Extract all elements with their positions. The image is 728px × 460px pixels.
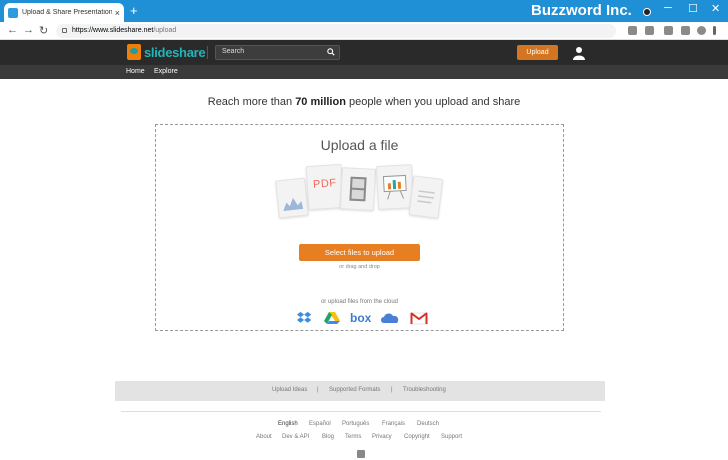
footer-terms[interactable]: Terms (345, 434, 361, 440)
rss-icon[interactable] (357, 450, 365, 458)
footer-supported-formats[interactable]: Supported Formats (329, 387, 380, 393)
footer-privacy[interactable]: Privacy (372, 434, 392, 440)
url-input[interactable]: https://www.slideshare.net/upload (56, 24, 616, 38)
google-drive-icon[interactable] (324, 311, 340, 325)
back-button[interactable]: ← (7, 24, 18, 36)
translate-icon[interactable] (628, 26, 637, 35)
screenshot-extension-icon[interactable] (664, 26, 673, 35)
select-files-button[interactable]: Select files to upload (299, 244, 420, 261)
brand-watermark: Buzzword Inc. (531, 2, 632, 19)
user-account-icon[interactable] (573, 46, 585, 60)
video-file-icon (339, 167, 377, 211)
upload-dropzone[interactable]: Upload a file PDF Select files to upload… (155, 124, 564, 331)
footer-copyright[interactable]: Copyright (404, 434, 430, 440)
onedrive-icon[interactable] (380, 311, 400, 325)
close-window-button[interactable]: ✕ (711, 2, 720, 15)
footer-help-bar: Upload Ideas | Supported Formats | Troub… (115, 381, 605, 401)
footer-upload-ideas[interactable]: Upload Ideas (272, 387, 307, 393)
file-types-illustration: PDF (273, 163, 448, 228)
chart-file-icon (275, 177, 309, 219)
sub-navigation: Home Explore (0, 65, 728, 79)
upload-button[interactable]: Upload (517, 45, 558, 60)
header-divider (207, 46, 208, 59)
lock-icon (62, 28, 67, 33)
lang-deutsch[interactable]: Deutsch (417, 421, 439, 427)
forward-button[interactable]: → (23, 24, 34, 36)
drag-drop-hint: or drag and drop (339, 264, 380, 270)
browser-titlebar: Upload & Share Presentations, In × + Buz… (0, 0, 728, 22)
nav-explore[interactable]: Explore (154, 68, 178, 75)
slideshare-favicon-icon (8, 7, 18, 18)
slideshare-logo[interactable]: slideshare (127, 44, 206, 60)
footer-blog[interactable]: Blog (322, 434, 334, 440)
cloud-services: box (296, 311, 429, 327)
headline-bold: 70 million (295, 96, 346, 108)
slideshare-logo-icon (127, 44, 141, 60)
logo-text: slideshare (144, 44, 206, 60)
reload-button[interactable]: ↻ (39, 24, 48, 37)
pdf-file-icon: PDF (305, 163, 345, 211)
footer-about[interactable]: About (256, 434, 272, 440)
extensions-puzzle-icon[interactable] (681, 26, 690, 35)
lang-portugues[interactable]: Português (342, 421, 369, 427)
search-placeholder: Search (222, 48, 245, 55)
search-icon[interactable] (327, 48, 335, 56)
chrome-menu-icon[interactable] (713, 26, 716, 35)
lang-francais[interactable]: Français (382, 421, 405, 427)
box-icon[interactable]: box (350, 311, 372, 325)
footer-dev-api[interactable]: Dev & API (282, 434, 309, 440)
cloud-upload-label: or upload files from the cloud (320, 299, 399, 305)
address-bar: ← → ↻ https://www.slideshare.net/upload (0, 22, 728, 40)
upload-title: Upload a file (320, 137, 399, 153)
record-indicator-icon (643, 8, 651, 16)
minimize-button[interactable]: ─ (664, 2, 672, 14)
tab-title: Upload & Share Presentations, In (22, 9, 112, 16)
presentation-file-icon (375, 164, 415, 210)
tab-close-icon[interactable]: × (115, 8, 120, 18)
footer-troubleshooting[interactable]: Troubleshooting (403, 387, 446, 393)
new-tab-button[interactable]: + (130, 3, 138, 19)
headline-pre: Reach more than (207, 96, 296, 108)
footer-divider (121, 411, 601, 412)
site-header (0, 40, 728, 65)
footer-separator: | (317, 387, 319, 393)
nav-home[interactable]: Home (126, 68, 145, 75)
document-file-icon (408, 175, 444, 219)
browser-tab[interactable]: Upload & Share Presentations, In × (4, 3, 124, 22)
lang-espanol[interactable]: Español (309, 421, 331, 427)
search-input[interactable]: Search (215, 45, 340, 60)
profile-avatar-icon[interactable] (697, 26, 706, 35)
url-host: https://www.slideshare.net (72, 27, 154, 34)
bookmark-star-icon[interactable] (645, 26, 654, 35)
footer-separator: | (391, 387, 393, 393)
lang-english[interactable]: English (278, 421, 298, 427)
gmail-icon[interactable] (410, 311, 428, 325)
page-headline: Reach more than 70 million people when y… (0, 96, 728, 108)
url-path: /upload (153, 27, 177, 34)
maximize-button[interactable]: ☐ (688, 2, 698, 15)
headline-post: people when you upload and share (345, 96, 521, 108)
dropbox-icon[interactable] (296, 311, 312, 325)
footer-support[interactable]: Support (441, 434, 462, 440)
pdf-label: PDF (312, 177, 337, 191)
